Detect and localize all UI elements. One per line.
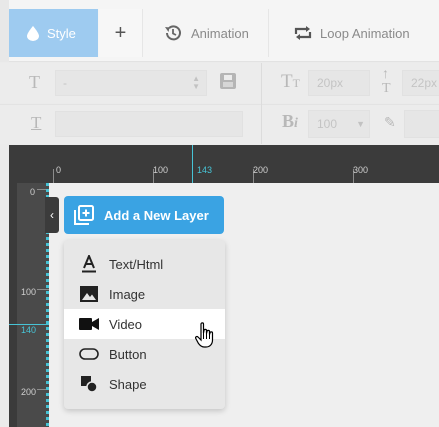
hand-cursor-icon <box>195 322 214 348</box>
menu-item-label: Shape <box>109 376 147 392</box>
vertical-ruler: 0 100 200 140 <box>9 183 49 427</box>
color-field[interactable] <box>404 110 439 138</box>
menu-item-label: Button <box>109 346 147 362</box>
tab-add[interactable]: + <box>99 9 143 57</box>
line-height-value: 22px <box>411 76 438 90</box>
vruler-label: 0 <box>30 187 36 197</box>
chevron-down-icon: ▼ <box>356 119 365 129</box>
menu-item-label: Text/Html <box>109 256 164 272</box>
pencil-icon[interactable]: ✎ <box>384 114 396 131</box>
line-height-icon: ↑ T <box>382 67 391 96</box>
menu-item-text-html[interactable]: Text/Html <box>64 249 225 279</box>
text-style-field[interactable] <box>55 111 243 137</box>
select-arrows-icon: ▲ ▼ <box>192 74 200 91</box>
tab-loop-animation-label: Loop Animation <box>320 25 410 41</box>
ruler-cursor-value: 143 <box>197 165 213 175</box>
font-size-icon: TT <box>281 71 300 92</box>
ruler-label: 200 <box>253 165 269 175</box>
plus-icon: + <box>114 21 127 44</box>
text-style-icon: T <box>31 113 42 132</box>
menu-item-image[interactable]: Image <box>64 279 225 309</box>
tab-loop-animation[interactable]: Loop Animation <box>270 9 439 57</box>
font-family-icon: T <box>29 72 40 92</box>
font-family-value: - <box>63 76 67 90</box>
ruler-tick <box>53 169 54 183</box>
font-size-input[interactable]: 20px <box>308 70 370 96</box>
chevron-left-icon: ‹ <box>50 208 54 222</box>
tab-style[interactable]: Style <box>9 9 98 57</box>
font-family-select[interactable]: - ▲ ▼ <box>55 70 207 96</box>
tab-animation[interactable]: Animation <box>144 9 269 57</box>
tab-bar-left-strip <box>0 0 9 62</box>
ruler-label: 100 <box>153 165 169 175</box>
ruler-label: 0 <box>56 165 62 175</box>
font-weight-icon: Bi <box>282 111 298 131</box>
ruler-label: 300 <box>353 165 369 175</box>
shape-icon <box>81 376 97 392</box>
tab-style-label: Style <box>47 25 76 41</box>
font-size-value: 20px <box>317 76 344 90</box>
add-layer-icon <box>74 205 94 225</box>
menu-item-shape[interactable]: Shape <box>64 369 225 399</box>
add-layer-label: Add a New Layer <box>104 207 209 223</box>
horizontal-ruler: 0 100 200 300 143 <box>9 145 439 183</box>
toolbar-separator <box>261 63 262 144</box>
font-weight-select[interactable]: 100 ▼ <box>308 110 370 138</box>
save-icon[interactable] <box>220 73 236 89</box>
button-icon <box>79 348 99 360</box>
menu-item-label: Video <box>109 316 143 332</box>
vruler-label: 200 <box>21 387 37 397</box>
add-layer-button[interactable]: Add a New Layer <box>64 196 224 234</box>
vruler-label: 100 <box>21 287 37 297</box>
font-weight-value: 100 <box>317 117 338 131</box>
loop-icon <box>294 26 312 40</box>
ruler-cursor-line <box>192 145 193 183</box>
video-icon <box>79 318 99 330</box>
vruler-cursor-value: 140 <box>21 325 37 335</box>
image-icon <box>80 286 98 302</box>
text-icon <box>82 255 96 273</box>
menu-item-label: Image <box>109 286 146 302</box>
line-height-input[interactable]: 22px <box>402 70 439 96</box>
tab-animation-label: Animation <box>191 25 249 41</box>
history-icon <box>165 25 181 41</box>
collapse-toggle[interactable]: ‹ <box>45 197 59 233</box>
drop-icon <box>27 25 39 41</box>
